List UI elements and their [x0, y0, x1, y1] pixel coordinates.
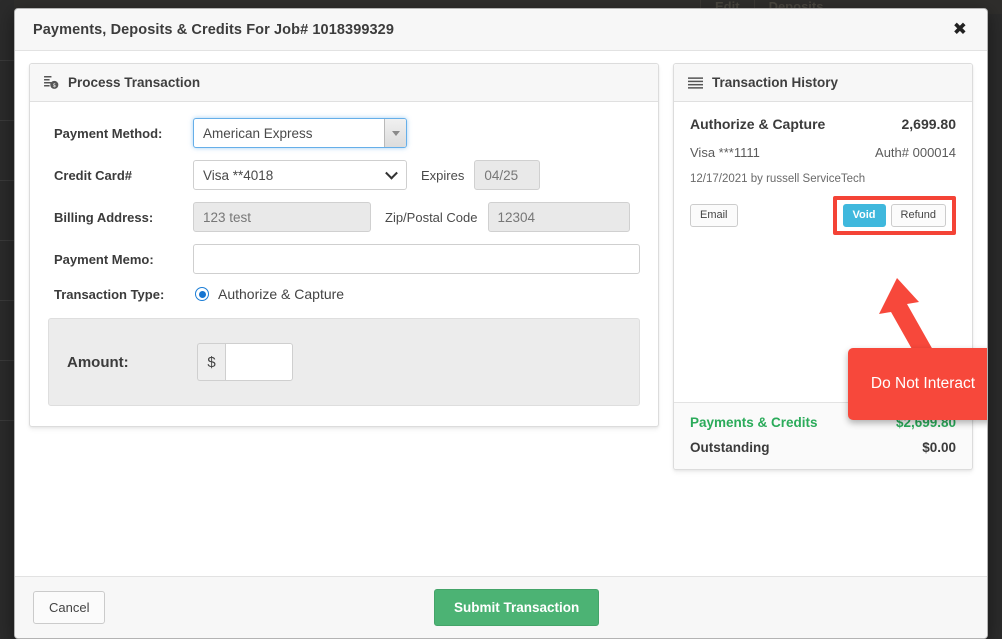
money-stack-icon: $: [44, 75, 59, 90]
totals-row: Outstanding $0.00: [690, 440, 956, 455]
transaction-type-row: Transaction Type: Authorize & Capture: [48, 286, 640, 302]
process-transaction-title: Process Transaction: [68, 75, 201, 90]
billing-address-field[interactable]: 123 test: [193, 202, 371, 232]
transaction-actions: Email Void Refund: [690, 196, 956, 235]
do-not-interact-annotation: Do Not Interact: [848, 348, 987, 420]
payment-memo-input[interactable]: [193, 244, 640, 274]
currency-symbol: $: [197, 343, 225, 381]
transaction-history-title: Transaction History: [712, 75, 839, 90]
billing-address-label: Billing Address:: [54, 209, 154, 225]
transaction-type-option-label: Authorize & Capture: [218, 286, 345, 302]
modal-header: Payments, Deposits & Credits For Job# 10…: [15, 9, 987, 51]
process-transaction-panel: $ Process Transaction Payment Method: Am…: [29, 63, 659, 427]
submit-transaction-button[interactable]: Submit Transaction: [434, 589, 600, 626]
transaction-card: Visa ***1111: [690, 145, 760, 160]
payment-method-select[interactable]: American Express: [193, 118, 407, 148]
payments-modal: Payments, Deposits & Credits For Job# 10…: [14, 8, 988, 639]
billing-address-row: Billing Address: 123 test Zip/Postal Cod…: [48, 202, 640, 232]
transaction-auth: Auth# 000014: [875, 145, 956, 160]
payment-method-label: Payment Method:: [54, 125, 163, 141]
transaction-type-label: Transaction Type:: [54, 286, 165, 302]
svg-text:$: $: [53, 83, 57, 89]
void-refund-group: Void Refund: [832, 196, 956, 235]
transaction-type: Authorize & Capture: [690, 116, 826, 132]
payment-method-row: Payment Method: American Express: [48, 118, 640, 148]
credit-card-select[interactable]: Visa **4018: [193, 160, 407, 190]
amount-section: Amount: $: [48, 318, 640, 406]
refund-button[interactable]: Refund: [890, 204, 946, 227]
transaction-type-radio[interactable]: [195, 287, 209, 301]
amount-label: Amount:: [67, 353, 129, 371]
cancel-button[interactable]: Cancel: [33, 591, 106, 624]
expires-label: Expires: [421, 167, 465, 183]
payments-credits-label: Payments & Credits: [690, 415, 818, 430]
payment-memo-row: Payment Memo:: [48, 244, 640, 274]
zip-label: Zip/Postal Code: [385, 209, 478, 225]
modal-footer: Cancel Submit Transaction: [15, 576, 987, 638]
payment-method-value: American Express: [203, 125, 313, 141]
outstanding-label: Outstanding: [690, 440, 770, 455]
transaction-amount: 2,699.80: [901, 116, 957, 132]
credit-card-label: Credit Card#: [54, 167, 133, 183]
chevron-down-icon: [385, 166, 398, 180]
process-transaction-header: $ Process Transaction: [30, 64, 658, 102]
process-transaction-form: Payment Method: American Express Credit …: [30, 102, 658, 426]
transaction-card-row: Visa ***1111 Auth# 000014: [690, 145, 956, 160]
modal-body: $ Process Transaction Payment Method: Am…: [15, 51, 987, 576]
expires-field[interactable]: 04/25: [474, 160, 541, 190]
payment-memo-label: Payment Memo:: [54, 251, 154, 267]
close-icon[interactable]: ✖: [949, 18, 971, 41]
outstanding-value: $0.00: [922, 440, 956, 455]
credit-card-row: Credit Card# Visa **4018 Expires 04/25: [48, 160, 640, 190]
email-button[interactable]: Email: [690, 204, 738, 227]
void-button[interactable]: Void: [842, 204, 886, 227]
list-icon: [688, 76, 703, 89]
amount-input-group: $: [197, 343, 293, 381]
transaction-history-header: Transaction History: [674, 64, 972, 102]
page-title: Payments, Deposits & Credits For Job# 10…: [33, 21, 395, 38]
transaction-entry-header: Authorize & Capture 2,699.80: [690, 116, 956, 132]
credit-card-value: Visa **4018: [203, 167, 274, 183]
background-overlay-left: [0, 0, 14, 639]
zip-field[interactable]: 12304: [487, 202, 630, 232]
transaction-meta: 12/17/2021 by russell ServiceTech: [690, 173, 866, 185]
amount-input[interactable]: [225, 343, 293, 381]
annotation-text: Do Not Interact: [870, 375, 976, 392]
chevron-down-icon[interactable]: [384, 119, 406, 147]
